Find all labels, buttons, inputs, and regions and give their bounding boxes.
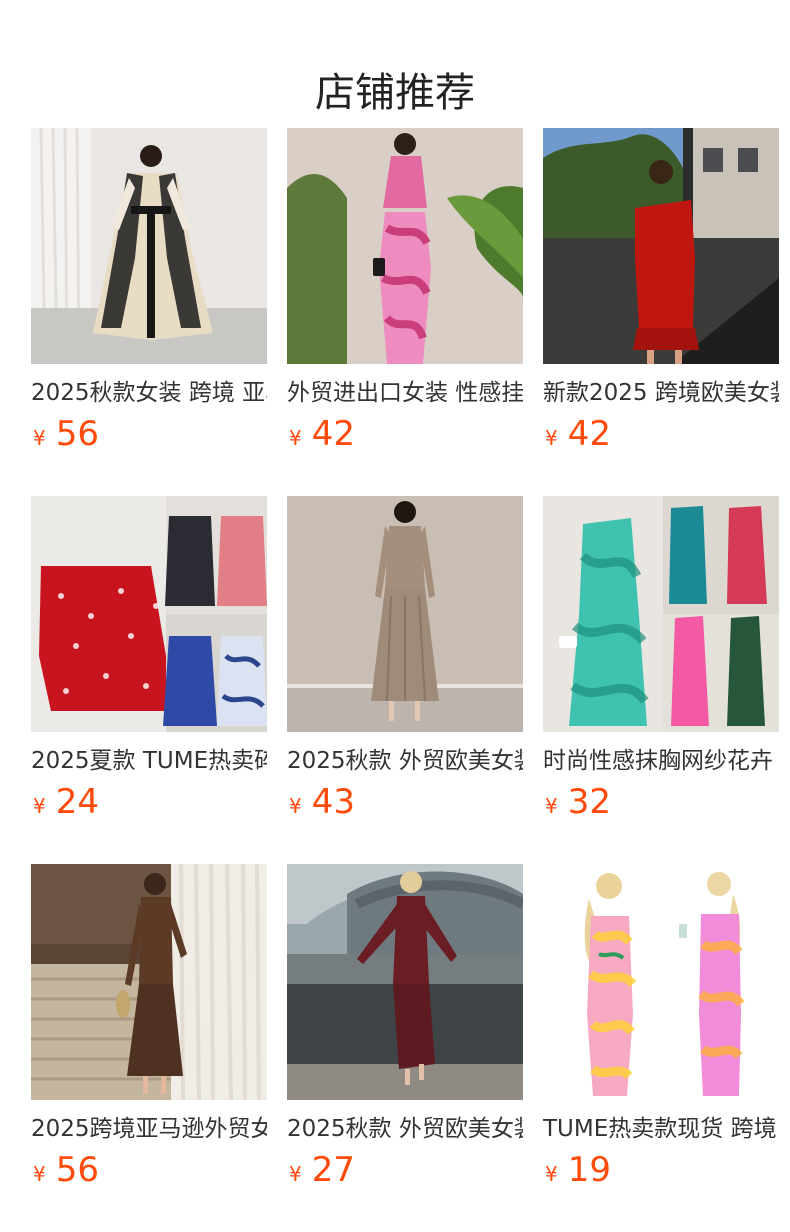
product-card[interactable]: 2025秋款女装 跨境 亚马逊 ¥ 56 [31, 128, 267, 496]
product-image[interactable] [287, 496, 523, 732]
product-price: ¥ 42 [287, 414, 523, 454]
product-name[interactable]: 2025跨境亚马逊外贸女装 [31, 1112, 267, 1146]
product-name[interactable]: 2025夏款 TUME热卖碎花 [31, 744, 267, 778]
product-price: ¥ 24 [31, 782, 267, 822]
product-card[interactable]: 2025秋款 外贸欧美女装 ¥ 43 [287, 496, 523, 864]
product-image[interactable] [543, 128, 779, 364]
product-card[interactable]: 时尚性感抹胸网纱花卉 ¥ 32 [543, 496, 779, 864]
product-price: ¥ 56 [31, 1150, 267, 1190]
product-price: ¥ 43 [287, 782, 523, 822]
currency-symbol: ¥ [289, 426, 302, 450]
price-amount: 56 [55, 1150, 99, 1190]
product-name[interactable]: TUME热卖款现货 跨境 [543, 1112, 779, 1146]
product-card[interactable]: TUME热卖款现货 跨境 ¥ 19 [543, 864, 779, 1232]
currency-symbol: ¥ [289, 794, 302, 818]
currency-symbol: ¥ [289, 1162, 302, 1186]
product-name[interactable]: 2025秋款 外贸欧美女装 [287, 744, 523, 778]
price-amount: 42 [567, 414, 611, 454]
currency-symbol: ¥ [33, 426, 46, 450]
product-name[interactable]: 新款2025 跨境欧美女装 [543, 376, 779, 410]
product-card[interactable]: 2025秋款 外贸欧美女装 ¥ 27 [287, 864, 523, 1232]
product-name[interactable]: 2025秋款女装 跨境 亚马逊 [31, 376, 267, 410]
product-card[interactable]: 新款2025 跨境欧美女装 ¥ 42 [543, 128, 779, 496]
product-image[interactable] [287, 128, 523, 364]
section-title: 店铺推荐 [315, 69, 475, 116]
currency-symbol: ¥ [545, 426, 558, 450]
product-name[interactable]: 时尚性感抹胸网纱花卉 [543, 744, 779, 778]
product-price: ¥ 32 [543, 782, 779, 822]
product-price: ¥ 27 [287, 1150, 523, 1190]
product-price: ¥ 56 [31, 414, 267, 454]
product-image[interactable] [287, 864, 523, 1100]
product-price: ¥ 42 [543, 414, 779, 454]
price-amount: 32 [567, 782, 611, 822]
product-image[interactable] [543, 864, 779, 1100]
product-image[interactable] [31, 864, 267, 1100]
price-amount: 19 [567, 1150, 611, 1190]
price-amount: 43 [311, 782, 355, 822]
price-amount: 27 [311, 1150, 355, 1190]
price-amount: 24 [55, 782, 99, 822]
currency-symbol: ¥ [545, 1162, 558, 1186]
product-card[interactable]: 2025跨境亚马逊外贸女装 ¥ 56 [31, 864, 267, 1232]
currency-symbol: ¥ [33, 1162, 46, 1186]
product-name[interactable]: 2025秋款 外贸欧美女装 [287, 1112, 523, 1146]
currency-symbol: ¥ [33, 794, 46, 818]
product-card[interactable]: 2025夏款 TUME热卖碎花 ¥ 24 [31, 496, 267, 864]
price-amount: 56 [55, 414, 99, 454]
product-price: ¥ 19 [543, 1150, 779, 1190]
product-image[interactable] [31, 496, 267, 732]
currency-symbol: ¥ [545, 794, 558, 818]
product-image[interactable] [543, 496, 779, 732]
price-amount: 42 [311, 414, 355, 454]
product-name[interactable]: 外贸进出口女装 性感挂脖 [287, 376, 523, 410]
product-card[interactable]: 外贸进出口女装 性感挂脖 ¥ 42 [287, 128, 523, 496]
product-image[interactable] [31, 128, 267, 364]
product-grid: 2025秋款女装 跨境 亚马逊 ¥ 56 外贸进出口女装 性感挂脖 ¥ 42 [31, 128, 779, 1232]
